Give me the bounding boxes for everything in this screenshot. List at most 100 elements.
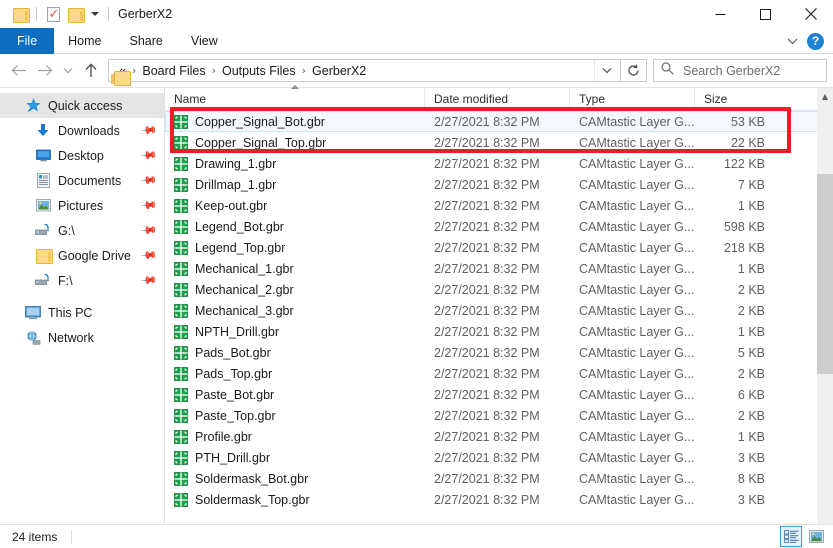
vertical-scrollbar[interactable]: ▲ [817,88,833,524]
sidebar-item-this-pc[interactable]: This PC [0,300,164,325]
sidebar-item-quick-access[interactable]: Quick access [0,93,164,118]
table-row[interactable]: Paste_Bot.gbr 2/27/2021 8:32 PM CAMtastic … [165,384,833,405]
breadcrumb-item-gerberx2[interactable]: GerberX2 [312,64,366,78]
table-row[interactable]: Drillmap_1.gbr 2/27/2021 8:32 PM CAMtastic… [165,174,833,195]
file-date-cell: 2/27/2021 8:32 PM [434,471,540,486]
file-name-cell[interactable]: NPTH_Drill.gbr [165,325,425,339]
sidebar-item-network[interactable]: Network [0,325,164,350]
file-name-cell[interactable]: Pads_Bot.gbr [165,346,425,360]
pin-icon[interactable]: 📌 [140,246,159,265]
file-date-cell: 2/27/2021 8:32 PM [434,177,540,192]
table-row[interactable]: Profile.gbr 2/27/2021 8:32 PM CAMtastic La… [165,426,833,447]
file-name-cell[interactable]: Paste_Top.gbr [165,409,425,423]
sidebar-item-google-drive[interactable]: Google Drive 📌 [0,243,164,268]
breadcrumb-item-board-files[interactable]: Board Files [142,64,205,78]
pin-icon[interactable]: 📌 [140,121,159,140]
breadcrumb-sep-1[interactable]: › [206,64,222,77]
file-name-cell[interactable]: Legend_Bot.gbr [165,220,425,234]
folder-icon [34,249,53,264]
column-header-type[interactable]: Type [570,87,695,111]
breadcrumb-sep-2[interactable]: › [296,64,312,77]
file-name-cell[interactable]: Drillmap_1.gbr [165,178,425,192]
column-header-size[interactable]: Size [695,88,777,111]
table-row[interactable]: Drawing_1.gbr 2/27/2021 8:32 PM CAMtastic … [165,153,833,174]
table-row[interactable]: Legend_Top.gbr 2/27/2021 8:32 PM CAMtastic… [165,237,833,258]
sidebar-item-drive-f[interactable]: F:\ 📌 [0,268,164,293]
table-row[interactable]: Legend_Bot.gbr 2/27/2021 8:32 PM CAMtastic… [165,216,833,237]
customize-caret-icon[interactable] [86,3,103,25]
file-name-label: Legend_Top.gbr [195,240,286,255]
save-icon[interactable] [9,3,31,25]
file-name-cell[interactable]: Pads_Top.gbr [165,367,425,381]
details-view-button[interactable] [780,526,802,547]
breadcrumb[interactable]: « › Board Files › Outputs Files › Gerber… [108,59,621,82]
properties-icon[interactable]: ✓ [42,3,64,25]
chevron-down-icon[interactable] [782,30,802,52]
sidebar-item-drive-g[interactable]: G:\ 📌 [0,218,164,243]
sidebar-item-desktop[interactable]: Desktop 📌 [0,143,164,168]
table-row[interactable]: Mechanical_2.gbr 2/27/2021 8:32 PM CAMtast… [165,279,833,300]
scrollbar-thumb[interactable] [817,174,833,374]
file-name-cell[interactable]: Copper_Signal_Bot.gbr [165,115,425,129]
tab-file[interactable]: File [0,28,55,54]
file-name-cell[interactable]: Legend_Top.gbr [165,241,425,255]
camtastic-layer-icon [174,324,188,339]
large-icons-view-button[interactable] [805,526,827,547]
file-name-cell[interactable]: Soldermask_Bot.gbr [165,472,425,486]
file-name-cell[interactable]: Drawing_1.gbr [165,157,425,171]
file-date-cell: 2/27/2021 8:32 PM [434,198,540,213]
table-row[interactable]: Keep-out.gbr 2/27/2021 8:32 PM CAMtastic L… [165,195,833,216]
file-name-cell[interactable]: Mechanical_1.gbr [165,262,425,276]
column-header-date-modified[interactable]: Date modified [425,87,570,111]
sidebar-item-pictures[interactable]: Pictures 📌 [0,193,164,218]
help-icon[interactable]: ? [807,32,824,50]
table-row[interactable]: Pads_Top.gbr 2/27/2021 8:32 PM CAMtastic L… [165,363,833,384]
sidebar-item-label: Google Drive [58,248,131,263]
pin-icon[interactable]: 📌 [140,221,159,240]
file-name-cell[interactable]: Soldermask_Top.gbr [165,493,425,507]
table-row[interactable]: Soldermask_Top.gbr 2/27/2021 8:32 PM CAMta… [165,489,833,510]
table-row[interactable]: Copper_Signal_Top.gbr 2/27/2021 8:32 PM CA… [165,132,833,153]
table-row[interactable]: PTH_Drill.gbr 2/27/2021 8:32 PM CAMtastic … [165,447,833,468]
breadcrumb-item-outputs-files[interactable]: Outputs Files [222,64,296,78]
new-folder-icon[interactable] [64,3,86,25]
sidebar-item-downloads[interactable]: Downloads 📌 [0,118,164,143]
file-name-cell[interactable]: PTH_Drill.gbr [165,451,425,465]
back-button[interactable] [6,58,32,84]
file-name-cell[interactable]: Mechanical_2.gbr [165,283,425,297]
pin-icon[interactable]: 📌 [140,146,159,165]
file-name-cell[interactable]: Paste_Bot.gbr [165,388,425,402]
maximize-icon[interactable] [743,0,788,28]
minimize-icon[interactable] [698,0,743,28]
file-name-cell[interactable]: Mechanical_3.gbr [165,304,425,318]
refresh-icon[interactable] [621,59,647,82]
search-input[interactable]: Search GerberX2 [653,59,827,82]
table-row[interactable]: Mechanical_3.gbr 2/27/2021 8:32 PM CAMtast… [165,300,833,321]
file-name-cell[interactable]: Keep-out.gbr [165,199,425,213]
recent-locations-button[interactable] [58,58,78,84]
tab-view[interactable]: View [177,28,232,54]
up-button[interactable] [78,58,104,84]
table-row[interactable]: NPTH_Drill.gbr 2/27/2021 8:32 PM CAMtastic… [165,321,833,342]
file-size-cell: 1 KB [737,429,765,444]
pin-icon[interactable]: 📌 [140,171,159,190]
table-row[interactable]: Paste_Top.gbr 2/27/2021 8:32 PM CAMtastic … [165,405,833,426]
table-row[interactable]: Copper_Signal_Bot.gbr 2/27/2021 8:32 PM CA… [165,111,833,132]
file-name-cell[interactable]: Copper_Signal_Top.gbr [165,136,425,150]
scroll-up-icon[interactable]: ▲ [817,88,833,104]
pin-icon[interactable]: 📌 [140,196,159,215]
breadcrumb-dropdown-icon[interactable] [594,60,618,81]
table-row[interactable]: Pads_Bot.gbr 2/27/2021 8:32 PM CAMtastic L… [165,342,833,363]
column-header-name[interactable]: Name [165,84,425,111]
pin-icon[interactable]: 📌 [140,271,159,290]
file-date-cell: 2/27/2021 8:32 PM [434,240,540,255]
camtastic-layer-icon [174,387,188,402]
table-row[interactable]: Mechanical_1.gbr 2/27/2021 8:32 PM CAMtast… [165,258,833,279]
sidebar-item-documents[interactable]: Documents 📌 [0,168,164,193]
tab-home[interactable]: Home [54,28,115,54]
table-row[interactable]: Soldermask_Bot.gbr 2/27/2021 8:32 PM CAMta… [165,468,833,489]
close-icon[interactable] [788,0,833,28]
tab-share[interactable]: Share [116,28,177,54]
file-name-cell[interactable]: Profile.gbr [165,430,425,444]
forward-button[interactable] [32,58,58,84]
